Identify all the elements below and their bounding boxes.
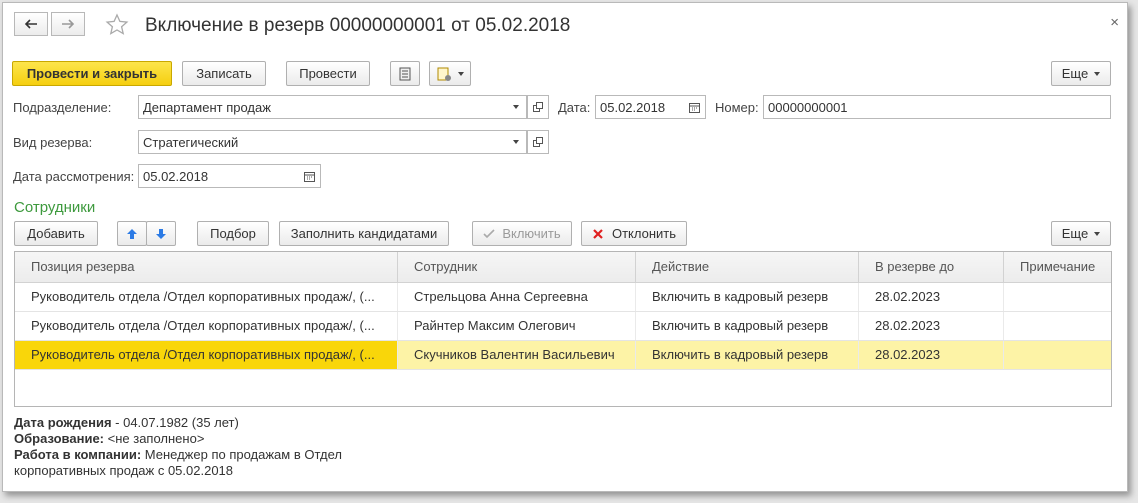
date-calendar-button[interactable] <box>684 95 706 119</box>
cell-until: 28.02.2023 <box>859 341 1004 369</box>
education-info: Образование: <не заполнено> <box>14 431 204 446</box>
add-button[interactable]: Добавить <box>14 221 98 246</box>
save-button[interactable]: Записать <box>182 61 266 86</box>
cell-position: Руководитель отдела /Отдел корпоративных… <box>15 341 398 369</box>
cell-note <box>1004 283 1111 311</box>
cell-action: Включить в кадровый резерв <box>636 283 859 311</box>
forward-button[interactable] <box>51 12 85 36</box>
reserve-type-label: Вид резерва: <box>13 135 93 150</box>
cell-employee: Райнтер Максим Олегович <box>398 312 636 340</box>
cell-employee: Стрельцова Анна Сергеевна <box>398 283 636 311</box>
work-value: Менеджер по продажам в Отдел <box>141 447 342 462</box>
education-label: Образование: <box>14 431 105 446</box>
cell-until: 28.02.2023 <box>859 312 1004 340</box>
include-button[interactable]: Включить <box>472 221 572 246</box>
birth-info: Дата рождения - 04.07.1982 (35 лет) <box>14 415 239 430</box>
chevron-down-icon <box>512 140 519 144</box>
employees-table[interactable]: Позиция резерва Сотрудник Действие В рез… <box>14 251 1112 407</box>
review-date-input[interactable]: 05.02.2018 <box>138 164 300 188</box>
table-row[interactable]: Руководитель отдела /Отдел корпоративных… <box>15 283 1111 312</box>
post-button[interactable]: Провести <box>286 61 370 86</box>
department-dropdown-button[interactable] <box>505 95 527 119</box>
cell-position: Руководитель отдела /Отдел корпоративных… <box>15 283 398 311</box>
arrow-down-icon <box>156 228 166 239</box>
table-header: Позиция резерва Сотрудник Действие В рез… <box>15 252 1111 283</box>
cell-note <box>1004 341 1111 369</box>
fill-candidates-button[interactable]: Заполнить кандидатами <box>279 221 449 246</box>
open-window-icon <box>533 137 543 147</box>
move-up-button[interactable] <box>117 221 147 246</box>
date-input[interactable]: 05.02.2018 <box>595 95 685 119</box>
post-and-close-button[interactable]: Провести и закрыть <box>12 61 172 86</box>
department-open-button[interactable] <box>527 95 549 119</box>
review-date-calendar-button[interactable] <box>299 164 321 188</box>
document-gear-icon <box>437 67 451 81</box>
cell-position: Руководитель отдела /Отдел корпоративных… <box>15 312 398 340</box>
reject-label: Отклонить <box>611 226 677 241</box>
date-label: Дата: <box>558 100 591 115</box>
work-info: Работа в компании: Менеджер по продажам … <box>14 447 342 462</box>
cell-note <box>1004 312 1111 340</box>
chevron-down-icon <box>1094 231 1101 236</box>
arrow-left-icon <box>24 19 37 29</box>
number-label: Номер: <box>715 100 759 115</box>
column-header-employee[interactable]: Сотрудник <box>398 252 636 282</box>
column-header-until[interactable]: В резерве до <box>859 252 1004 282</box>
document-list-icon <box>399 67 411 80</box>
include-label: Включить <box>502 226 561 241</box>
employees-more-button[interactable]: Еще <box>1051 221 1111 246</box>
reserve-type-input[interactable]: Стратегический <box>138 130 506 154</box>
calendar-icon <box>689 102 700 113</box>
cell-action: Включить в кадровый резерв <box>636 312 859 340</box>
chevron-down-icon <box>512 105 519 109</box>
check-icon <box>483 228 495 238</box>
chevron-down-icon <box>458 71 464 76</box>
education-value: <не заполнено> <box>104 431 205 446</box>
birth-value: - 04.07.1982 (35 лет) <box>111 415 239 430</box>
department-input[interactable]: Департамент продаж <box>138 95 506 119</box>
back-button[interactable] <box>14 12 48 36</box>
create-based-on-button[interactable] <box>429 61 471 86</box>
reserve-type-open-button[interactable] <box>527 130 549 154</box>
more-button[interactable]: Еще <box>1051 61 1111 86</box>
star-icon <box>105 13 129 35</box>
window-title: Включение в резерв 00000000001 от 05.02.… <box>145 15 571 36</box>
arrow-up-icon <box>127 228 137 239</box>
move-down-button[interactable] <box>146 221 176 246</box>
cell-employee: Скучников Валентин Васильевич <box>398 341 636 369</box>
report-button[interactable] <box>390 61 420 86</box>
table-row[interactable]: Руководитель отдела /Отдел корпоративных… <box>15 312 1111 341</box>
column-header-action[interactable]: Действие <box>636 252 859 282</box>
department-label: Подразделение: <box>13 100 112 115</box>
reserve-type-dropdown-button[interactable] <box>505 130 527 154</box>
open-window-icon <box>533 102 543 112</box>
column-header-position[interactable]: Позиция резерва <box>15 252 398 282</box>
work-label: Работа в компании: <box>14 447 142 462</box>
calendar-icon <box>304 171 315 182</box>
employees-more-label: Еще <box>1061 226 1089 241</box>
chevron-down-icon <box>1094 71 1101 76</box>
employees-section-title: Сотрудники <box>14 199 96 216</box>
birth-label: Дата рождения <box>14 415 112 430</box>
reject-button[interactable]: Отклонить <box>581 221 687 246</box>
arrow-right-icon <box>62 19 75 29</box>
work-info-continued: корпоративных продаж с 05.02.2018 <box>14 463 234 478</box>
document-window: Включение в резерв 00000000001 от 05.02.… <box>2 2 1128 492</box>
cell-action: Включить в кадровый резерв <box>636 341 859 369</box>
pick-button[interactable]: Подбор <box>197 221 269 246</box>
favorite-star-button[interactable] <box>105 13 129 40</box>
review-date-label: Дата рассмотрения: <box>13 169 135 184</box>
red-cross-icon <box>593 228 603 239</box>
column-header-note[interactable]: Примечание <box>1004 252 1111 282</box>
table-row-selected[interactable]: Руководитель отдела /Отдел корпоративных… <box>15 341 1111 370</box>
cell-until: 28.02.2023 <box>859 283 1004 311</box>
number-input[interactable]: 00000000001 <box>763 95 1111 119</box>
more-label: Еще <box>1061 66 1089 81</box>
close-icon[interactable]: × <box>1110 14 1119 31</box>
